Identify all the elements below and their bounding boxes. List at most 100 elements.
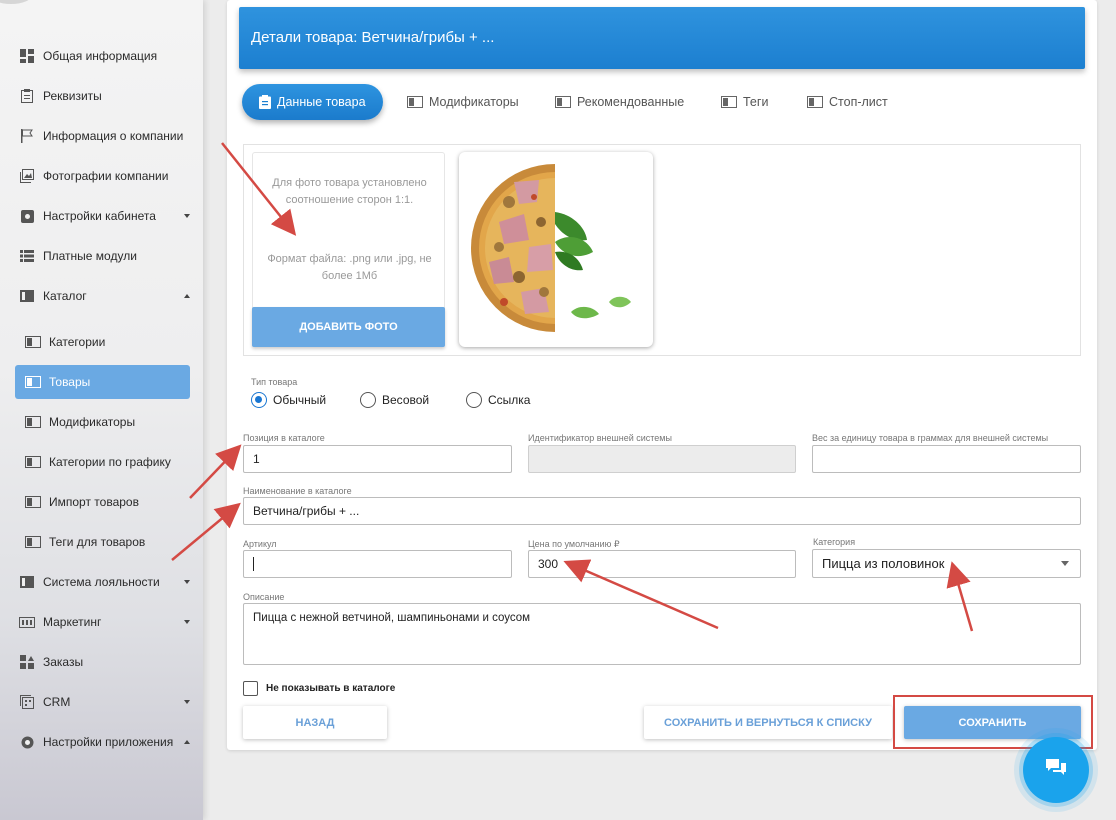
tab-modifiers[interactable]: Модификаторы bbox=[407, 84, 519, 120]
tile-icon bbox=[807, 96, 823, 108]
sidebar-item-company-info[interactable]: Информация о компании bbox=[15, 119, 190, 153]
sidebar-item-label: Заказы bbox=[43, 655, 84, 669]
description-textarea[interactable]: Пицца с нежной ветчиной, шампиньонами и … bbox=[243, 603, 1081, 665]
sidebar-item-marketing[interactable]: Маркетинг bbox=[15, 605, 190, 639]
checkbox-label: Не показывать в каталоге bbox=[266, 683, 396, 694]
tile-icon bbox=[25, 454, 41, 470]
tile-icon bbox=[25, 534, 41, 550]
sidebar-item-crm[interactable]: CRM bbox=[15, 685, 190, 719]
radio-label: Весовой bbox=[382, 393, 430, 407]
radio-weighted[interactable]: Весовой bbox=[360, 392, 429, 408]
category-label: Категория bbox=[813, 537, 856, 547]
sidebar-item-label: Категории по графику bbox=[49, 455, 171, 469]
radio-indicator bbox=[251, 392, 267, 408]
tab-label: Модификаторы bbox=[429, 95, 519, 109]
save-and-return-button[interactable]: СОХРАНИТЬ И ВЕРНУТЬСЯ К СПИСКУ bbox=[644, 706, 892, 739]
sidebar-item-scheduled-categories[interactable]: Категории по графику bbox=[15, 445, 190, 479]
text-cursor bbox=[253, 557, 254, 571]
sidebar-item-company-photos[interactable]: Фотографии компании bbox=[15, 159, 190, 193]
sidebar-item-modifiers[interactable]: Модификаторы bbox=[15, 405, 190, 439]
sidebar-item-label: Информация о компании bbox=[43, 129, 184, 143]
price-input[interactable]: 300 bbox=[528, 550, 796, 578]
sidebar-item-label: Система лояльности bbox=[43, 575, 160, 589]
marketing-icon bbox=[19, 614, 35, 630]
sidebar-item-label: Настройки приложения bbox=[43, 735, 174, 749]
sidebar-item-catalog[interactable]: Каталог bbox=[15, 279, 190, 313]
sidebar-item-label: Категории bbox=[49, 335, 106, 349]
description-label: Описание bbox=[243, 592, 285, 602]
sidebar-item-product-tags[interactable]: Теги для товаров bbox=[15, 525, 190, 559]
product-type-label: Тип товара bbox=[251, 377, 298, 387]
sidebar-item-requisites[interactable]: Реквизиты bbox=[15, 79, 190, 113]
sku-input[interactable] bbox=[243, 550, 512, 578]
tile-icon bbox=[25, 414, 41, 430]
product-photo[interactable] bbox=[459, 152, 653, 347]
name-input[interactable]: Ветчина/грибы + ... bbox=[243, 497, 1081, 525]
hide-in-catalog-checkbox[interactable]: Не показывать в каталоге bbox=[243, 681, 395, 696]
tile-icon bbox=[25, 494, 41, 510]
sidebar-item-label: Реквизиты bbox=[43, 89, 102, 103]
sku-label: Артикул bbox=[243, 539, 277, 549]
position-label: Позиция в каталоге bbox=[243, 433, 325, 443]
tab-tags[interactable]: Теги bbox=[721, 84, 768, 120]
sidebar-item-label: Товары bbox=[49, 375, 91, 389]
sidebar-item-app-settings[interactable]: Настройки приложения bbox=[15, 725, 190, 759]
radio-regular[interactable]: Обычный bbox=[251, 392, 326, 408]
chevron-down-icon bbox=[184, 620, 190, 624]
gear-icon bbox=[19, 734, 35, 750]
flag-icon bbox=[19, 128, 35, 144]
tab-label: Теги bbox=[743, 95, 769, 109]
weight-input[interactable] bbox=[812, 445, 1081, 473]
add-photo-button[interactable]: ДОБАВИТЬ ФОТО bbox=[252, 307, 445, 347]
catalog-icon bbox=[19, 574, 35, 590]
radio-indicator bbox=[466, 392, 482, 408]
checkbox-box bbox=[243, 681, 258, 696]
price-label: Цена по умолчанию ₽ bbox=[528, 539, 620, 549]
chat-button[interactable] bbox=[1023, 737, 1089, 803]
clipboard-icon bbox=[259, 95, 271, 109]
tile-icon bbox=[721, 96, 737, 108]
sidebar-item-general-info[interactable]: Общая информация bbox=[15, 39, 190, 73]
tile-icon bbox=[555, 96, 571, 108]
external-id-label: Идентификатор внешней системы bbox=[528, 433, 672, 443]
sidebar-item-categories[interactable]: Категории bbox=[15, 325, 190, 359]
tile-icon bbox=[25, 374, 41, 390]
category-select[interactable]: Пицца из половинок bbox=[812, 549, 1081, 578]
catalog-icon bbox=[19, 288, 35, 304]
radio-indicator bbox=[360, 392, 376, 408]
sidebar-item-label: Общая информация bbox=[43, 49, 158, 63]
tab-stop-list[interactable]: Стоп-лист bbox=[807, 84, 888, 120]
sidebar-item-label: Настройки кабинета bbox=[43, 209, 156, 223]
sidebar-item-label: Платные модули bbox=[43, 249, 137, 263]
external-id-input bbox=[528, 445, 796, 473]
chat-icon bbox=[1044, 757, 1068, 784]
page-title: Детали товара: Ветчина/грибы + ... bbox=[239, 7, 1085, 69]
sidebar-item-label: Маркетинг bbox=[43, 615, 102, 629]
sidebar-item-paid-modules[interactable]: Платные модули bbox=[15, 239, 190, 273]
tile-icon bbox=[25, 334, 41, 350]
sidebar-item-cabinet-settings[interactable]: Настройки кабинета bbox=[15, 199, 190, 233]
back-button[interactable]: НАЗАД bbox=[243, 706, 387, 739]
tab-product-data[interactable]: Данные товара bbox=[242, 84, 383, 120]
orders-icon bbox=[19, 654, 35, 670]
tile-icon bbox=[407, 96, 423, 108]
sidebar-item-orders[interactable]: Заказы bbox=[15, 645, 190, 679]
chevron-up-icon bbox=[184, 740, 190, 744]
gear-icon bbox=[19, 208, 35, 224]
tab-label: Стоп-лист bbox=[829, 95, 888, 109]
sidebar-item-import-products[interactable]: Импорт товаров bbox=[15, 485, 190, 519]
category-value: Пицца из половинок bbox=[822, 556, 945, 571]
radio-label: Обычный bbox=[273, 393, 327, 407]
dashboard-icon bbox=[19, 48, 35, 64]
crm-icon bbox=[19, 694, 35, 710]
sidebar-item-label: CRM bbox=[43, 695, 71, 709]
sidebar-item-products[interactable]: Товары bbox=[15, 365, 190, 399]
chevron-down-icon bbox=[1061, 561, 1069, 566]
position-input[interactable]: 1 bbox=[243, 445, 512, 473]
radio-link[interactable]: Ссылка bbox=[466, 392, 530, 408]
chevron-down-icon bbox=[184, 214, 190, 218]
tab-recommended[interactable]: Рекомендованные bbox=[555, 84, 684, 120]
logo bbox=[0, 0, 32, 4]
sidebar-item-loyalty[interactable]: Система лояльности bbox=[15, 565, 190, 599]
radio-label: Ссылка bbox=[488, 393, 531, 407]
